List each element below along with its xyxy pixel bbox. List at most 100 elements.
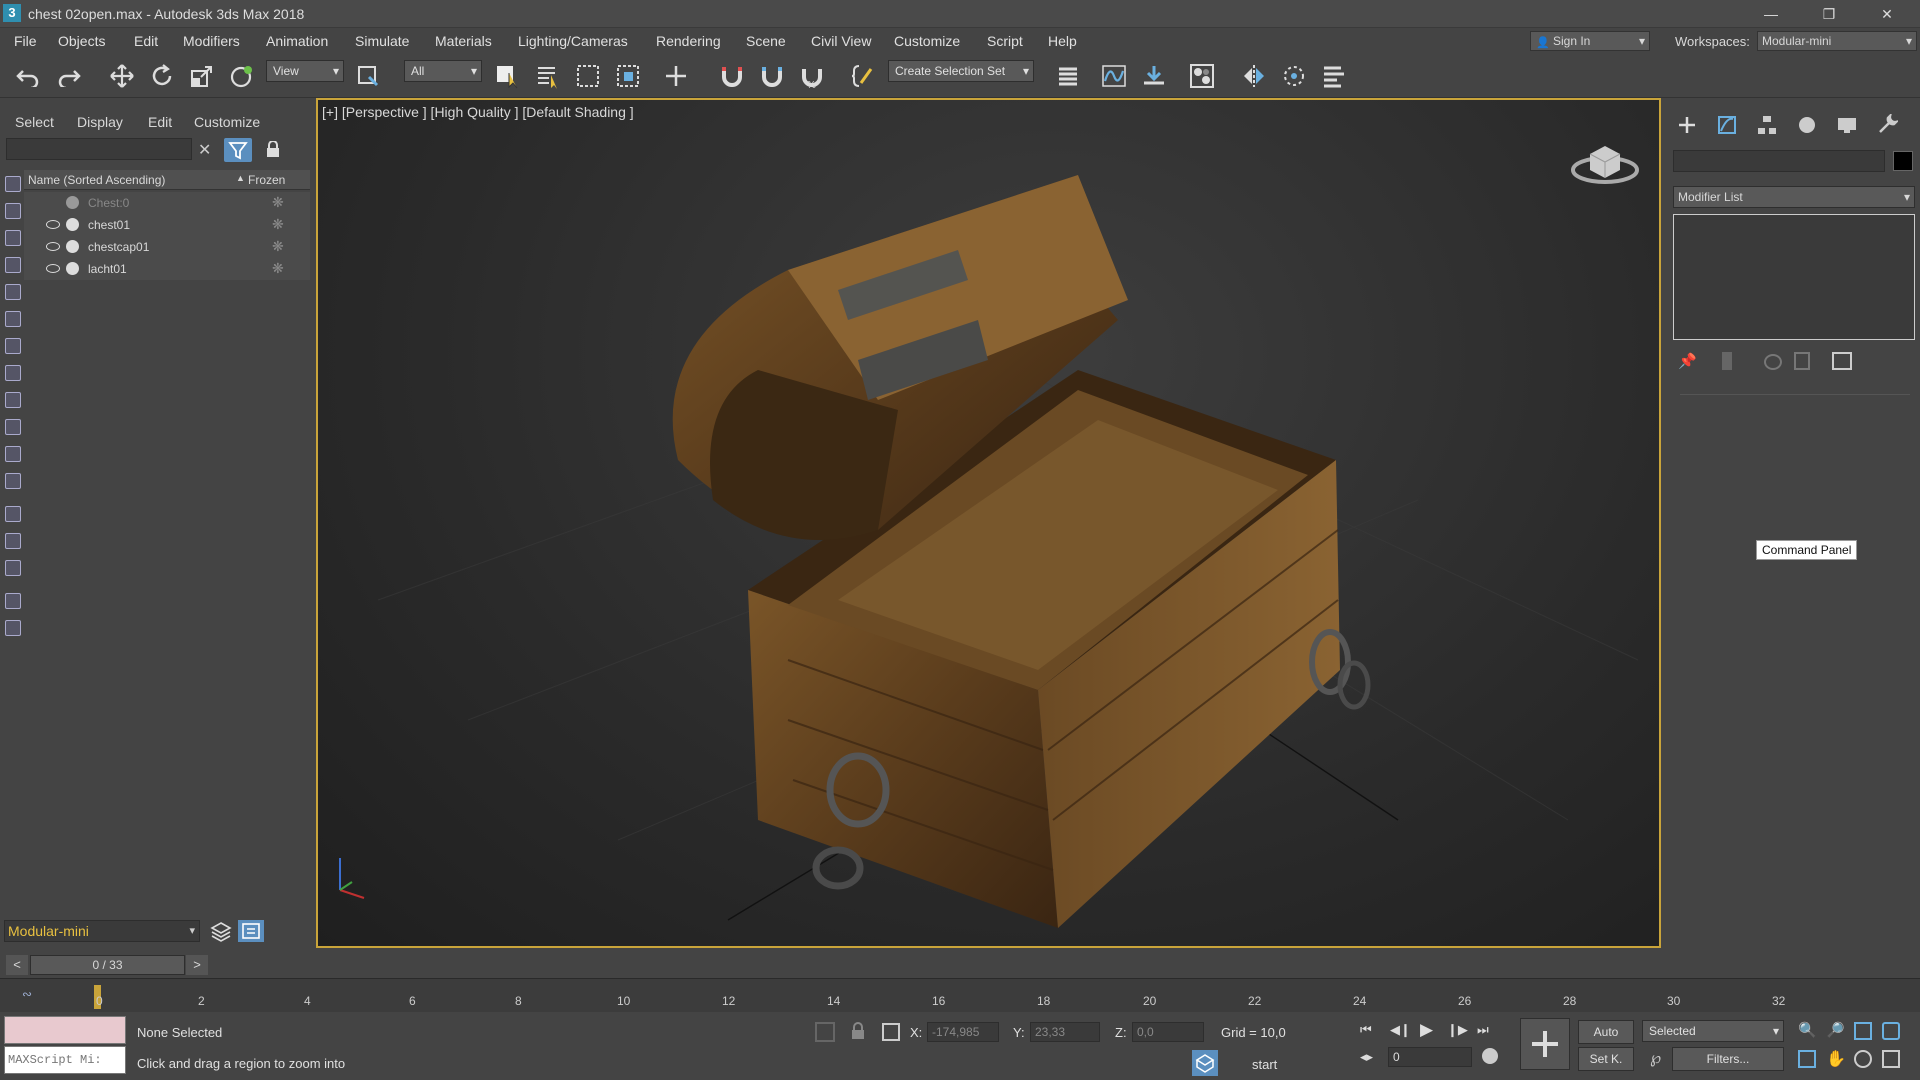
explorer-row[interactable]: lacht01 ❋: [24, 258, 310, 280]
frozen-column-header[interactable]: Frozen: [248, 173, 285, 187]
create-tab[interactable]: [1676, 114, 1698, 136]
zoom-all-icon[interactable]: 🔎: [1826, 1021, 1845, 1039]
menu-animation[interactable]: Animation: [266, 33, 328, 49]
display-spacewarps-icon[interactable]: [5, 311, 21, 327]
zoom-extents-all-icon[interactable]: [1882, 1022, 1900, 1040]
explorer-menu-select[interactable]: Select: [15, 114, 54, 130]
display-containers-icon[interactable]: [5, 419, 21, 435]
select-and-manipulate-button[interactable]: [660, 60, 692, 92]
display-bones-icon[interactable]: [5, 392, 21, 408]
display-shapes-icon[interactable]: [5, 203, 21, 219]
schematic-view-button[interactable]: [1138, 60, 1170, 92]
y-coordinate-field[interactable]: 23,33: [1030, 1022, 1100, 1042]
set-key-mode-button[interactable]: Set K.: [1578, 1047, 1634, 1071]
sort-by-layer-button[interactable]: [210, 920, 232, 942]
motion-tab[interactable]: [1796, 114, 1818, 136]
display-invert-icon[interactable]: [5, 560, 21, 576]
freeze-icon[interactable]: ❋: [272, 194, 284, 211]
filter-options-icon[interactable]: [5, 593, 21, 609]
eye-icon[interactable]: [46, 220, 60, 229]
layer-explorer-button[interactable]: [1052, 60, 1084, 92]
selection-filter-icon[interactable]: [5, 620, 21, 636]
display-geometry-icon[interactable]: [5, 176, 21, 192]
workspace-select[interactable]: Modular-mini ▾: [1757, 31, 1917, 51]
percent-snap-button[interactable]: %: [796, 60, 828, 92]
freeze-icon[interactable]: ❋: [272, 216, 284, 233]
time-slider[interactable]: 0 / 33: [30, 955, 185, 975]
reference-coordinate-select[interactable]: View ▾: [266, 60, 344, 82]
maxscript-listener-output[interactable]: [4, 1016, 126, 1044]
key-mode-toggle-icon[interactable]: ◂▸: [1360, 1049, 1373, 1065]
rectangular-selection-button[interactable]: [572, 60, 604, 92]
explorer-menu-display[interactable]: Display: [77, 114, 123, 130]
display-xrefs-icon[interactable]: [5, 365, 21, 381]
eye-icon[interactable]: [46, 242, 60, 251]
angle-snap-button[interactable]: [756, 60, 788, 92]
snaps-toggle-button[interactable]: [716, 60, 748, 92]
display-lights-icon[interactable]: [5, 230, 21, 246]
x-coordinate-field[interactable]: -174,985: [927, 1022, 999, 1042]
mirror-button[interactable]: [1238, 60, 1270, 92]
menu-customize[interactable]: Customize: [894, 33, 960, 49]
isolate-selection-icon[interactable]: [815, 1022, 835, 1042]
key-mode-icon[interactable]: ℘: [1650, 1048, 1670, 1070]
pivot-button[interactable]: [352, 60, 384, 92]
menu-script[interactable]: Script: [987, 33, 1023, 49]
display-helpers-icon[interactable]: [5, 284, 21, 300]
sort-by-hierarchy-button[interactable]: [238, 920, 264, 942]
zoom-extents-icon[interactable]: [1854, 1022, 1872, 1040]
display-cameras-icon[interactable]: [5, 257, 21, 273]
clear-search-icon[interactable]: ✕: [198, 140, 211, 160]
eye-icon[interactable]: [46, 264, 60, 273]
maxscript-mini-listener[interactable]: MAXScript Mi:: [4, 1046, 126, 1074]
show-end-result-icon[interactable]: [1722, 352, 1732, 370]
explorer-menu-customize[interactable]: Customize: [194, 114, 260, 130]
menu-objects[interactable]: Objects: [58, 33, 105, 49]
select-object-button[interactable]: [492, 60, 524, 92]
maximize-viewport-icon[interactable]: [1882, 1050, 1900, 1068]
pan-hand-icon[interactable]: ✋: [1826, 1049, 1846, 1069]
next-frame-arrow[interactable]: >: [186, 955, 208, 975]
display-all-icon[interactable]: [5, 506, 21, 522]
undo-button[interactable]: [12, 60, 44, 92]
object-name-field[interactable]: [1673, 150, 1885, 172]
menu-civil-view[interactable]: Civil View: [811, 33, 871, 49]
explorer-row[interactable]: Chest:0 ❋: [24, 192, 310, 214]
perspective-viewport[interactable]: [316, 98, 1661, 948]
lock-button[interactable]: [266, 140, 280, 157]
scale-button[interactable]: [186, 60, 218, 92]
z-coordinate-field[interactable]: 0,0: [1132, 1022, 1204, 1042]
freeze-icon[interactable]: ❋: [272, 260, 284, 277]
create-selection-set-select[interactable]: Create Selection Set ▾: [888, 60, 1034, 82]
close-button[interactable]: ✕: [1864, 0, 1910, 28]
remove-modifier-icon[interactable]: [1794, 352, 1810, 370]
curve-editor-mini-icon[interactable]: ∾: [22, 987, 46, 1003]
display-frozen-icon[interactable]: [5, 446, 21, 462]
zoom-region-icon[interactable]: [1798, 1050, 1816, 1068]
timeline-track[interactable]: ∾: [0, 978, 1920, 1012]
place-button[interactable]: [226, 60, 258, 92]
align-button[interactable]: [1278, 60, 1310, 92]
current-frame-field[interactable]: 0: [1388, 1047, 1472, 1067]
viewcube[interactable]: [1570, 130, 1640, 190]
explorer-row[interactable]: chestcap01 ❋: [24, 236, 310, 258]
menu-edit[interactable]: Edit: [134, 33, 158, 49]
time-tag[interactable]: start: [1252, 1057, 1277, 1072]
filter-toggle-button[interactable]: [224, 138, 252, 162]
zoom-icon[interactable]: 🔍: [1798, 1021, 1817, 1039]
play-icon[interactable]: ▶: [1420, 1020, 1433, 1040]
configure-modifier-sets-icon[interactable]: [1832, 352, 1852, 370]
display-none-icon[interactable]: [5, 533, 21, 549]
next-frame-icon[interactable]: ❙▶: [1447, 1022, 1468, 1038]
absolute-mode-transform-icon[interactable]: [882, 1023, 900, 1041]
menu-file[interactable]: File: [14, 33, 37, 49]
prev-frame-arrow[interactable]: <: [6, 955, 28, 975]
freeze-icon[interactable]: ❋: [272, 238, 284, 255]
display-tab[interactable]: [1836, 114, 1858, 136]
menu-modifiers[interactable]: Modifiers: [183, 33, 240, 49]
redo-button[interactable]: [53, 60, 85, 92]
menu-lighting-cameras[interactable]: Lighting/Cameras: [518, 33, 628, 49]
select-by-name-button[interactable]: [532, 60, 564, 92]
make-unique-icon[interactable]: [1764, 354, 1782, 370]
explorer-menu-edit[interactable]: Edit: [148, 114, 172, 130]
